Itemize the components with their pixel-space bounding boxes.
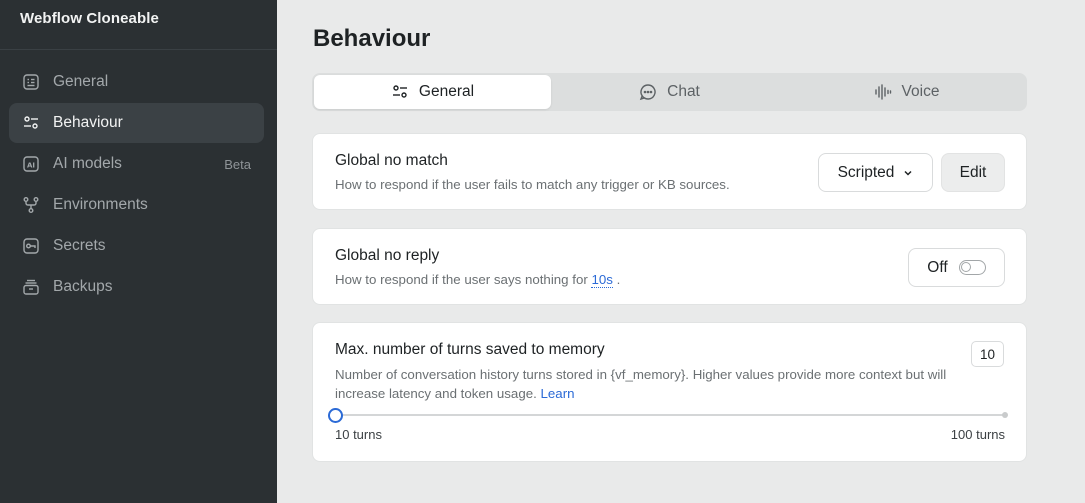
description-text: Number of conversation history turns sto… xyxy=(335,367,947,401)
ai-icon: AI xyxy=(22,155,40,173)
tab-voice[interactable]: Voice xyxy=(788,75,1025,109)
branch-icon xyxy=(22,196,40,214)
main-content: Behaviour General Chat Voice Global no m… xyxy=(277,0,1085,503)
timeout-link[interactable]: 10s xyxy=(591,272,613,288)
tab-label: Chat xyxy=(667,83,700,100)
global-no-reply-card: Global no reply How to respond if the us… xyxy=(312,228,1027,305)
tab-bar: General Chat Voice xyxy=(312,73,1027,111)
sidebar-item-label: AI models xyxy=(53,155,122,172)
sidebar-item-general[interactable]: General xyxy=(9,62,264,102)
sidebar-item-secrets[interactable]: Secrets xyxy=(9,226,264,266)
sidebar-divider xyxy=(0,49,277,50)
page-title: Behaviour xyxy=(313,25,431,52)
sidebar-nav: General Behaviour AI AI models Beta Envi… xyxy=(9,62,264,308)
tab-label: Voice xyxy=(901,83,940,100)
card-description: How to respond if the user fails to matc… xyxy=(335,177,730,192)
sidebar: Webflow Cloneable General Behaviour AI A… xyxy=(0,0,277,503)
key-icon xyxy=(22,237,40,255)
card-title: Max. number of turns saved to memory xyxy=(335,341,605,358)
sidebar-item-label: Secrets xyxy=(53,237,106,254)
global-no-match-card: Global no match How to respond if the us… xyxy=(312,133,1027,210)
sidebar-item-ai-models[interactable]: AI AI models Beta xyxy=(9,144,264,184)
response-type-select[interactable]: Scripted xyxy=(818,153,933,192)
learn-link[interactable]: Learn xyxy=(541,386,575,401)
description-text: How to respond if the user says nothing … xyxy=(335,272,588,287)
slider-max-label: 100 turns xyxy=(950,427,1005,442)
card-description: Number of conversation history turns sto… xyxy=(335,365,955,403)
slider-thumb[interactable] xyxy=(328,408,343,423)
turns-number-input[interactable]: 10 xyxy=(971,341,1004,367)
sidebar-item-label: General xyxy=(53,73,109,90)
chat-icon xyxy=(639,84,656,101)
slider-track[interactable] xyxy=(335,414,1006,416)
button-label: Edit xyxy=(959,163,987,181)
sidebar-item-label: Behaviour xyxy=(53,114,123,131)
sidebar-item-behaviour[interactable]: Behaviour xyxy=(9,103,264,143)
card-title: Global no reply xyxy=(335,247,440,264)
beta-badge: Beta xyxy=(224,156,251,172)
slider-min-label: 10 turns xyxy=(335,427,382,442)
select-value: Scripted xyxy=(837,163,895,181)
card-description: How to respond if the user says nothing … xyxy=(335,270,620,289)
slider-end-dot xyxy=(1002,412,1008,418)
chevron-down-icon xyxy=(904,170,912,176)
workspace-title[interactable]: Webflow Cloneable xyxy=(20,10,159,27)
edit-button[interactable]: Edit xyxy=(941,153,1005,192)
stack-icon xyxy=(22,278,40,296)
memory-turns-card: Max. number of turns saved to memory 10 … xyxy=(312,322,1027,462)
description-suffix: . xyxy=(616,272,621,287)
tab-label: General xyxy=(418,83,475,100)
toggle-knob xyxy=(960,262,971,272)
no-reply-toggle-button[interactable]: Off xyxy=(908,248,1005,287)
toggle-label: Off xyxy=(927,258,948,276)
svg-text:AI: AI xyxy=(27,162,35,170)
sidebar-item-backups[interactable]: Backups xyxy=(9,267,264,307)
sidebar-item-label: Environments xyxy=(53,196,148,213)
sidebar-item-label: Backups xyxy=(53,278,113,295)
tab-general[interactable]: General xyxy=(314,75,551,109)
sliders-icon xyxy=(22,114,40,132)
document-list-icon xyxy=(22,73,40,91)
waveform-icon xyxy=(874,84,891,100)
card-title: Global no match xyxy=(335,152,448,169)
toggle-switch[interactable] xyxy=(958,260,986,275)
sidebar-item-environments[interactable]: Environments xyxy=(9,185,264,225)
sliders-icon xyxy=(392,85,407,98)
tab-chat[interactable]: Chat xyxy=(551,75,788,109)
